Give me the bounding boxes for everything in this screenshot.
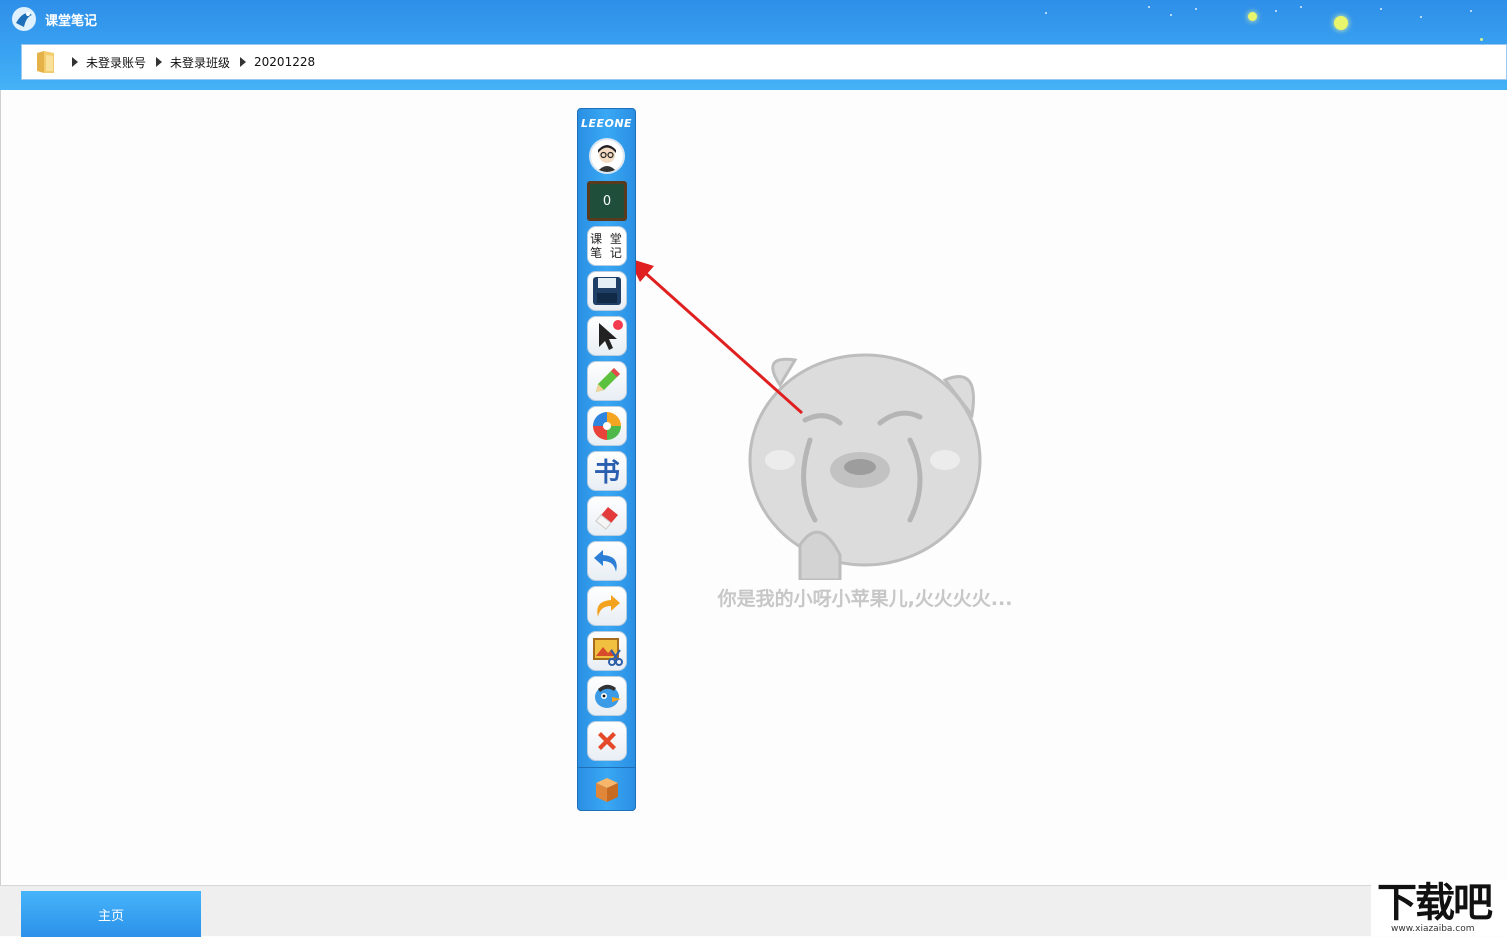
- app-logo-icon: [12, 7, 36, 31]
- text-tool-button[interactable]: 书: [587, 451, 627, 491]
- close-icon: [598, 732, 616, 750]
- picture-scissors-icon: [593, 638, 623, 666]
- window-title: 课堂笔记: [45, 14, 98, 29]
- toolbox-icon[interactable]: [594, 776, 620, 804]
- annotation-arrow-icon: [628, 258, 803, 415]
- breadcrumb-item-class[interactable]: 未登录班级: [170, 54, 230, 71]
- breadcrumb: 未登录账号 未登录班级 20201228: [21, 44, 1507, 80]
- folder-icon[interactable]: [34, 49, 58, 75]
- bottom-bar: 主页: [0, 885, 1507, 937]
- breadcrumb-separator-icon: [240, 57, 247, 67]
- class-notes-button[interactable]: 课 堂 笔 记: [587, 226, 627, 266]
- teacher-avatar[interactable]: [589, 138, 625, 174]
- watermark: 下载吧 www.xiazaiba.com: [1371, 880, 1507, 936]
- cursor-icon: [599, 320, 623, 350]
- class-notes-label-line1: 课 堂: [590, 232, 624, 246]
- empty-state-message: 你是我的小呀小苹果儿,火火火火...: [717, 588, 1013, 610]
- breadcrumb-item-date[interactable]: 20201228: [254, 55, 315, 69]
- pencil-icon: [596, 368, 620, 392]
- mascot-button[interactable]: [587, 676, 627, 716]
- brand-logo: LEEONE: [580, 117, 633, 130]
- save-icon: [593, 277, 621, 305]
- book-character-icon: 书: [594, 458, 620, 488]
- watermark-url: www.xiazaiba.com: [1391, 924, 1475, 934]
- pen-tool-button[interactable]: [587, 361, 627, 401]
- watermark-text: 下载吧: [1377, 880, 1493, 926]
- breadcrumb-separator-icon: [72, 57, 78, 67]
- breadcrumb-item-account[interactable]: 未登录账号: [86, 54, 146, 71]
- breadcrumb-separator-icon: [156, 57, 163, 67]
- eraser-icon: [595, 507, 618, 530]
- close-button[interactable]: [587, 721, 627, 761]
- floating-toolbar[interactable]: LEEONE 0 课 堂 笔 记 书: [577, 108, 636, 811]
- select-tool-button[interactable]: [587, 316, 627, 356]
- toolbar-divider: [578, 767, 635, 768]
- home-button[interactable]: 主页: [21, 891, 201, 937]
- save-button[interactable]: [587, 271, 627, 311]
- page-counter: 0: [590, 184, 624, 218]
- avatar-icon: [597, 145, 617, 172]
- redo-icon: [597, 595, 620, 617]
- undo-button[interactable]: [587, 541, 627, 581]
- screenshot-button[interactable]: [587, 631, 627, 671]
- class-notes-label-line2: 笔 记: [590, 246, 624, 260]
- redo-button[interactable]: [587, 586, 627, 626]
- page-counter-board[interactable]: 0: [587, 181, 627, 221]
- bird-mascot-icon: [595, 684, 621, 708]
- color-wheel-icon: [593, 412, 621, 440]
- eraser-button[interactable]: [587, 496, 627, 536]
- svg-text:书: 书: [594, 458, 620, 488]
- undo-icon: [594, 550, 617, 572]
- color-picker-button[interactable]: [587, 406, 627, 446]
